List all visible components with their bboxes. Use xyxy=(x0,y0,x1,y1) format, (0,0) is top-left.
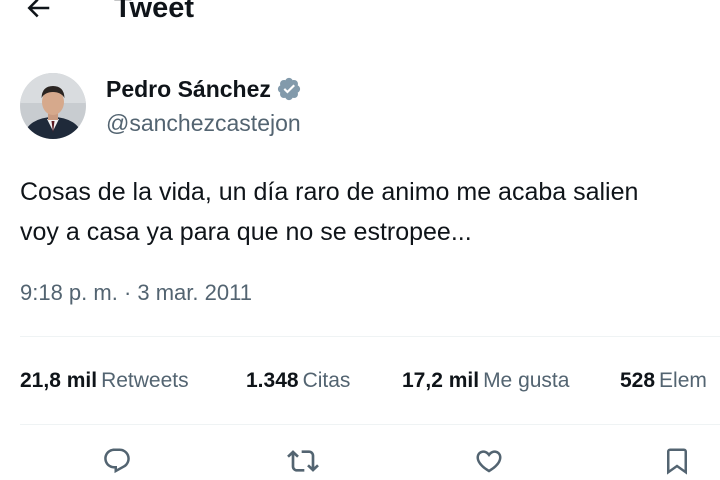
back-button[interactable] xyxy=(20,0,56,26)
stat-likes[interactable]: 17,2 mil Me gusta xyxy=(402,366,569,396)
stat-bookmarks[interactable]: 528 Elem xyxy=(620,366,707,396)
author-name-text: Pedro Sánchez xyxy=(106,76,271,102)
verified-badge-icon xyxy=(277,77,300,101)
tweet-timestamp[interactable]: 9:18 p. m. · 3 mar. 2011 xyxy=(20,278,252,308)
stat-label: Citas xyxy=(302,369,351,392)
stat-value: 17,2 mil xyxy=(402,369,480,392)
tweet-stats: 21,8 mil Retweets 1.348 Citas 17,2 mil Me g… xyxy=(20,366,720,396)
arrow-left-icon xyxy=(27,0,50,18)
divider xyxy=(20,424,720,425)
stat-label: Me gusta xyxy=(483,369,570,392)
reply-button[interactable] xyxy=(100,444,134,478)
stat-value: 21,8 mil xyxy=(20,369,98,392)
stat-label: Retweets xyxy=(101,369,189,392)
bookmark-button[interactable] xyxy=(660,444,694,478)
divider xyxy=(20,336,720,337)
stat-retweets[interactable]: 21,8 mil Retweets xyxy=(20,366,189,396)
bookmark-icon xyxy=(667,448,687,475)
stat-label: Elem xyxy=(659,369,707,392)
tweet-line-1: Cosas de la vida, un día raro de animo m… xyxy=(20,178,639,206)
avatar-photo xyxy=(20,73,86,139)
stat-quotes[interactable]: 1.348 Citas xyxy=(246,366,350,396)
page-title: Tweet xyxy=(114,0,195,24)
reply-icon xyxy=(104,448,130,474)
tweet-text: Cosas de la vida, un día raro de animo m… xyxy=(20,172,720,252)
like-icon xyxy=(476,450,502,473)
stat-value: 1.348 xyxy=(246,369,299,392)
stat-value: 528 xyxy=(620,369,656,392)
tweet-header: Tweet xyxy=(0,0,720,30)
retweet-button[interactable] xyxy=(286,444,320,478)
tweet-line-2: voy a casa ya para que no se estropee... xyxy=(20,218,472,246)
like-button[interactable] xyxy=(472,444,506,478)
author-handle[interactable]: @sanchezcastejon xyxy=(106,108,301,138)
tweet-actions xyxy=(0,440,720,480)
retweet-icon xyxy=(287,450,319,472)
avatar[interactable] xyxy=(20,73,86,139)
author-name[interactable]: Pedro Sánchez xyxy=(106,74,302,104)
